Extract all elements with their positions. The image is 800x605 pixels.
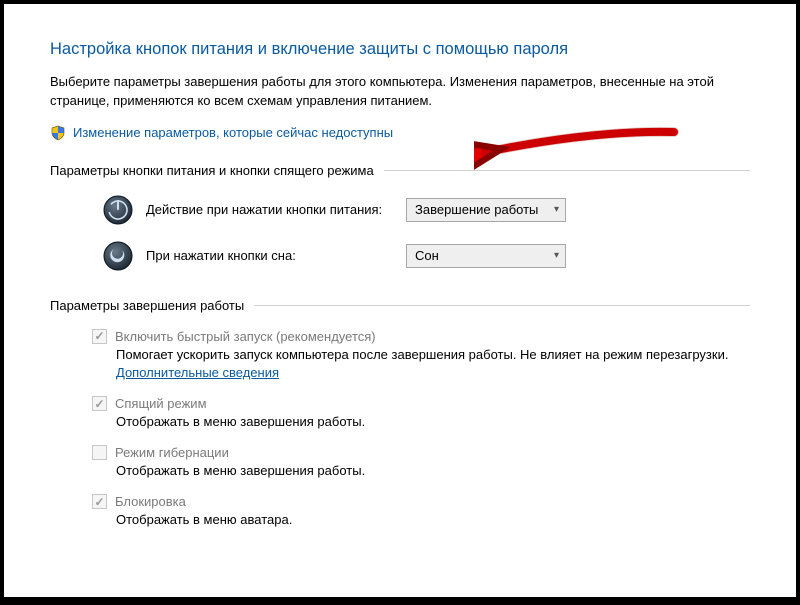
shutdown-options-list: Включить быстрый запуск (рекомендуется) …	[50, 329, 750, 530]
section-label: Параметры кнопки питания и кнопки спящег…	[50, 163, 374, 178]
sleep-desc: Отображать в меню завершения работы.	[92, 413, 750, 431]
chevron-down-icon: ▾	[554, 250, 559, 261]
section-power-sleep-buttons: Параметры кнопки питания и кнопки спящег…	[50, 163, 750, 178]
intro-text: Выберите параметры завершения работы для…	[50, 73, 750, 111]
power-button-action-row: Действие при нажатии кнопки питания: Зав…	[50, 194, 750, 226]
select-value: Сон	[415, 248, 439, 263]
uac-change-settings-row: Изменение параметров, которые сейчас нед…	[50, 125, 750, 141]
hibernate-desc: Отображать в меню завершения работы.	[92, 462, 750, 480]
change-unavailable-settings-link[interactable]: Изменение параметров, которые сейчас нед…	[73, 125, 393, 140]
fast-startup-more-link[interactable]: Дополнительные сведения	[116, 365, 279, 380]
sleep-option: Спящий режим Отображать в меню завершени…	[92, 396, 750, 431]
power-button-action-select[interactable]: Завершение работы ▾	[406, 198, 566, 222]
fast-startup-desc: Помогает ускорить запуск компьютера посл…	[92, 346, 750, 382]
lock-desc: Отображать в меню аватара.	[92, 511, 750, 529]
chevron-down-icon: ▾	[554, 204, 559, 215]
fast-startup-checkbox	[92, 329, 107, 344]
sleep-button-icon	[102, 240, 134, 272]
divider	[254, 305, 750, 306]
power-button-icon	[102, 194, 134, 226]
fast-startup-option: Включить быстрый запуск (рекомендуется) …	[92, 329, 750, 382]
section-label: Параметры завершения работы	[50, 298, 244, 313]
sleep-checkbox	[92, 396, 107, 411]
sleep-button-action-row: При нажатии кнопки сна: Сон ▾	[50, 240, 750, 272]
section-shutdown-settings: Параметры завершения работы	[50, 298, 750, 313]
hibernate-option: Режим гибернации Отображать в меню завер…	[92, 445, 750, 480]
sleep-button-action-select[interactable]: Сон ▾	[406, 244, 566, 268]
sleep-title: Спящий режим	[115, 396, 207, 411]
lock-option: Блокировка Отображать в меню аватара.	[92, 494, 750, 529]
hibernate-checkbox	[92, 445, 107, 460]
power-button-label: Действие при нажатии кнопки питания:	[146, 202, 406, 217]
divider	[384, 170, 750, 171]
page-title: Настройка кнопок питания и включение защ…	[50, 40, 750, 59]
system-settings-panel: Настройка кнопок питания и включение защ…	[4, 4, 796, 597]
lock-checkbox	[92, 494, 107, 509]
uac-shield-icon	[50, 125, 66, 141]
sleep-button-label: При нажатии кнопки сна:	[146, 248, 406, 263]
select-value: Завершение работы	[415, 202, 538, 217]
fast-startup-title: Включить быстрый запуск (рекомендуется)	[115, 329, 376, 344]
lock-title: Блокировка	[115, 494, 186, 509]
hibernate-title: Режим гибернации	[115, 445, 229, 460]
